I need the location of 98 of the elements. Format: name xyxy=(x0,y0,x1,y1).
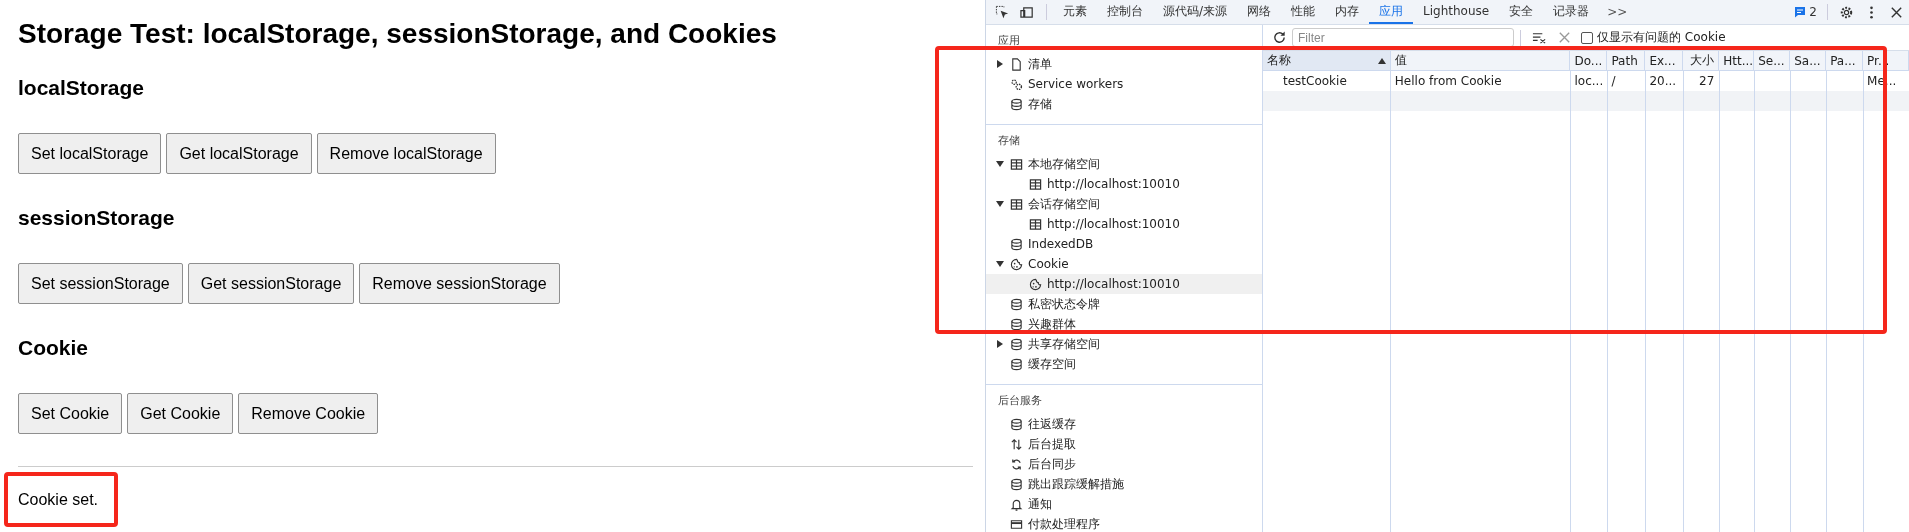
database-icon xyxy=(1010,357,1023,371)
tree-item[interactable]: 存储 xyxy=(986,94,1262,114)
devtools-tab[interactable]: 源代码/来源 xyxy=(1153,0,1238,24)
page-title: Storage Test: localStorage, sessionStorage, and Cookies xyxy=(18,18,778,50)
devtools-tab[interactable]: 性能 xyxy=(1281,0,1326,24)
cookie-icon xyxy=(1029,277,1042,291)
table-cell: Hello from Cookie xyxy=(1394,74,1502,88)
section-heading: Cookie xyxy=(18,336,89,360)
gears-icon xyxy=(1010,77,1023,91)
status-message: Cookie set. xyxy=(18,491,100,509)
column-header[interactable]: Se... xyxy=(1754,51,1791,71)
action-button[interactable]: Get sessionStorage xyxy=(187,263,355,304)
database-icon xyxy=(1010,317,1023,331)
devtools-tab[interactable]: Lighthouse xyxy=(1413,0,1500,24)
table-icon xyxy=(1010,157,1023,171)
action-button[interactable]: Get Cookie xyxy=(127,393,234,434)
inspect-icon[interactable] xyxy=(995,4,1010,20)
table-cell: 20... xyxy=(1649,74,1677,88)
table-cell: loc... xyxy=(1574,74,1604,88)
expand-triangle-icon[interactable] xyxy=(996,60,1004,68)
collapse-triangle-icon[interactable] xyxy=(996,260,1004,268)
tree-item[interactable]: 共享存储空间 xyxy=(986,334,1262,354)
tree-item[interactable]: 跳出跟踪缓解措施 xyxy=(986,474,1262,494)
tree-item[interactable]: IndexedDB xyxy=(986,234,1262,254)
action-button[interactable]: Get localStorage xyxy=(166,133,312,174)
issues-button[interactable]: 2 xyxy=(1790,5,1821,19)
table-icon xyxy=(1010,197,1023,211)
tree-item[interactable]: http://localhost:10010 xyxy=(986,214,1262,234)
section-heading: localStorage xyxy=(18,76,146,100)
sort-ascending-icon xyxy=(1377,56,1386,65)
devtools-tab[interactable]: 控制台 xyxy=(1097,0,1153,24)
tree-item[interactable]: 往返缓存 xyxy=(986,414,1262,434)
database-icon xyxy=(1010,417,1023,431)
only-issues-checkbox[interactable]: 仅显示有问题的 Cookie xyxy=(1581,29,1726,46)
column-header[interactable]: Htt... xyxy=(1719,51,1755,71)
tree-item[interactable]: 后台同步 xyxy=(986,454,1262,474)
devtools-tab[interactable]: 应用 xyxy=(1369,0,1414,24)
devtools-tab[interactable]: 元素 xyxy=(1053,0,1097,24)
collapse-triangle-icon[interactable] xyxy=(996,160,1004,168)
action-button[interactable]: Remove localStorage xyxy=(316,133,496,174)
up-down-arrows-icon xyxy=(1010,437,1023,451)
column-header[interactable]: Ex... xyxy=(1645,51,1684,71)
table-cell: testCookie xyxy=(1283,74,1347,88)
sync-icon xyxy=(1010,457,1023,471)
section-heading: sessionStorage xyxy=(18,206,176,230)
column-header[interactable]: Sa... xyxy=(1790,51,1827,71)
column-header[interactable]: Path xyxy=(1607,51,1646,71)
table-icon xyxy=(1029,177,1042,191)
tree-item[interactable]: 兴趣群体 xyxy=(986,314,1262,334)
column-header[interactable]: Pa... xyxy=(1826,51,1864,71)
file-icon xyxy=(1010,57,1023,71)
tree-item[interactable]: 清单 xyxy=(986,54,1262,74)
column-header[interactable]: 名称 xyxy=(1263,51,1391,71)
bell-icon xyxy=(1010,497,1023,511)
action-button[interactable]: Set localStorage xyxy=(18,133,162,174)
action-button[interactable]: Set Cookie xyxy=(18,393,123,434)
devtools-tab[interactable]: 记录器 xyxy=(1543,0,1600,24)
tree-item[interactable]: 缓存空间 xyxy=(986,354,1262,374)
sidebar-section-title: 存储 xyxy=(997,133,1021,149)
refresh-icon[interactable] xyxy=(1272,30,1287,45)
tree-item[interactable]: Service workers xyxy=(986,74,1262,94)
tree-item[interactable]: 通知 xyxy=(986,494,1262,514)
collapse-triangle-icon[interactable] xyxy=(996,200,1004,208)
tree-item[interactable]: http://localhost:10010 xyxy=(986,274,1262,294)
action-button[interactable]: Set sessionStorage xyxy=(18,263,183,304)
sidebar-section-title: 应用 xyxy=(997,33,1021,49)
tree-item[interactable]: Cookie xyxy=(986,254,1262,274)
tree-item[interactable]: 后台提取 xyxy=(986,434,1262,454)
database-icon xyxy=(1010,237,1023,251)
column-header[interactable]: 大小 xyxy=(1683,51,1720,71)
cookie-icon xyxy=(1010,257,1023,271)
database-icon xyxy=(1010,297,1023,311)
device-toolbar-icon[interactable] xyxy=(1020,4,1035,20)
tree-item[interactable]: http://localhost:10010 xyxy=(986,174,1262,194)
more-tabs-button[interactable]: >> xyxy=(1599,5,1636,19)
column-header[interactable]: Do... xyxy=(1570,51,1608,71)
tree-item[interactable]: 会话存储空间 xyxy=(986,194,1262,214)
message-icon xyxy=(1794,6,1807,18)
devtools-tab[interactable]: 安全 xyxy=(1499,0,1544,24)
database-icon xyxy=(1010,477,1023,491)
devtools-tab[interactable]: 内存 xyxy=(1325,0,1370,24)
tree-item[interactable]: 私密状态令牌 xyxy=(986,294,1262,314)
settings-icon[interactable] xyxy=(1839,4,1854,20)
sidebar-section-title: 后台服务 xyxy=(997,393,1043,409)
expand-triangle-icon[interactable] xyxy=(996,340,1004,348)
action-button[interactable]: Remove Cookie xyxy=(238,393,379,434)
database-icon xyxy=(1010,337,1023,351)
devtools-tab[interactable]: 网络 xyxy=(1237,0,1282,24)
tree-item[interactable]: 付款处理程序 xyxy=(986,514,1262,532)
database-icon xyxy=(1010,97,1023,111)
table-cell: / xyxy=(1611,74,1616,88)
tree-item[interactable]: 本地存储空间 xyxy=(986,154,1262,174)
column-header[interactable]: 值 xyxy=(1390,51,1571,71)
table-icon xyxy=(1029,217,1042,231)
card-icon xyxy=(1010,517,1023,531)
table-cell: 27 xyxy=(1699,74,1715,88)
clear-filter-icon[interactable] xyxy=(1532,30,1547,45)
action-button[interactable]: Remove sessionStorage xyxy=(359,263,560,304)
